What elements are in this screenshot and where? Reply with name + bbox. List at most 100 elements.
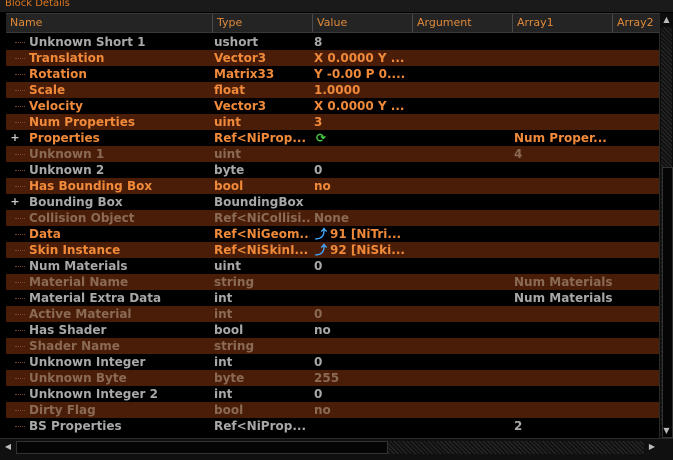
row-value[interactable]: 0 (314, 306, 414, 322)
scroll-down-arrow-icon[interactable]: ▼ (660, 424, 673, 438)
tree-connector-line (15, 282, 25, 283)
row-value-text: no (314, 179, 331, 193)
vertical-scroll-track[interactable] (661, 27, 673, 438)
row-array1 (514, 98, 614, 114)
table-row[interactable]: Skin Instance Ref<NiSkinI... ⤴ 92 [NiSki... (6, 242, 659, 258)
row-array1: Num Proper... (514, 131, 607, 145)
link-icon[interactable]: ⤴ (314, 242, 328, 258)
row-array1 (514, 66, 614, 82)
row-value[interactable]: ⟳ (314, 130, 414, 146)
table-row[interactable]: Material Extra Data int Num Materials (6, 290, 659, 306)
table-row[interactable]: Has Bounding Box bool no (6, 178, 659, 194)
row-value[interactable]: X 0.0000 Y ... (314, 98, 414, 114)
row-array1 (514, 306, 614, 322)
table-row[interactable]: Has Shader bool no (6, 322, 659, 338)
row-array1 (514, 114, 614, 130)
row-value[interactable]: no (314, 402, 414, 418)
row-value[interactable]: X 0.0000 Y ... (314, 50, 414, 66)
row-value[interactable]: 0 (314, 354, 414, 370)
row-name: Material Name (29, 275, 129, 289)
expand-plus-icon[interactable]: + (9, 194, 21, 210)
table-row[interactable]: Translation Vector3 X 0.0000 Y ... (6, 50, 659, 66)
row-value-text: 1.0000 (314, 83, 361, 97)
table-row[interactable]: Collision Object Ref<NiCollisi... None (6, 210, 659, 226)
row-value[interactable]: None (314, 210, 414, 226)
table-row[interactable]: Rotation Matrix33 Y -0.00 P 0.... (6, 66, 659, 82)
expand-plus-icon[interactable]: + (9, 130, 21, 146)
row-type: Ref<NiCollisi... (214, 211, 310, 225)
table-row[interactable]: Velocity Vector3 X 0.0000 Y ... (6, 98, 659, 114)
row-type: bool (214, 323, 244, 337)
row-value[interactable]: 3 (314, 114, 414, 130)
row-name: BS Properties (29, 419, 122, 433)
row-array1 (514, 178, 614, 194)
row-name: Shader Name (29, 339, 120, 353)
scroll-right-arrow-icon[interactable]: ▶ (645, 440, 659, 454)
vertical-scrollbar[interactable]: ▲ ▼ (659, 13, 673, 438)
table-row[interactable]: Unknown Integer int 0 (6, 354, 659, 370)
table-row[interactable]: + Properties Ref<NiProp... ⟳ Num Proper... (6, 130, 659, 146)
tree-connector-line (15, 170, 25, 171)
column-header-argument[interactable]: Argument (413, 14, 513, 32)
row-type: uint (214, 115, 241, 129)
row-value-text: 92 [NiSki... (330, 243, 405, 257)
row-value[interactable]: ⤴ 92 [NiSki... (314, 242, 414, 258)
row-value[interactable] (314, 338, 414, 354)
horizontal-scrollbar[interactable]: ◀ ▶ (0, 438, 673, 460)
table-row[interactable]: Num Properties uint 3 (6, 114, 659, 130)
link-icon[interactable]: ⤴ (314, 226, 328, 242)
table-row[interactable]: Shader Name string (6, 338, 659, 354)
row-name: Bounding Box (29, 195, 123, 209)
tree-connector-line (15, 154, 25, 155)
row-array1: 4 (514, 147, 523, 161)
table-row[interactable]: BS Properties Ref<NiProp... 2 (6, 418, 659, 434)
row-value[interactable] (314, 146, 414, 162)
table-row[interactable]: + Bounding Box BoundingBox (6, 194, 659, 210)
table-row[interactable]: Unknown 2 byte 0 (6, 162, 659, 178)
row-value[interactable] (314, 290, 414, 306)
row-type: BoundingBox (214, 195, 304, 209)
row-value[interactable] (314, 194, 414, 210)
row-name: Unknown 2 (29, 163, 105, 177)
row-name: Material Extra Data (29, 291, 162, 305)
table-row[interactable]: Unknown Integer 2 int 0 (6, 386, 659, 402)
table-row[interactable]: Unknown Byte byte 255 (6, 370, 659, 386)
table-row[interactable]: Dirty Flag bool no (6, 402, 659, 418)
row-value[interactable] (314, 418, 414, 434)
row-type: bool (214, 403, 244, 417)
column-header-name[interactable]: Name (6, 14, 213, 32)
table-row[interactable]: Material Name string Num Materials (6, 274, 659, 290)
column-header-array2[interactable]: Array2 (613, 14, 659, 32)
horizontal-scroll-track[interactable] (16, 441, 644, 454)
table-row[interactable]: Data Ref<NiGeom... ⤴ 91 [NiTri... (6, 226, 659, 242)
table-row[interactable]: Scale float 1.0000 (6, 82, 659, 98)
row-name: Collision Object (29, 211, 135, 225)
vertical-scroll-thumb[interactable] (662, 167, 673, 438)
column-header-type[interactable]: Type (213, 14, 313, 32)
horizontal-scroll-thumb[interactable] (16, 441, 388, 454)
row-value[interactable]: 1.0000 (314, 82, 414, 98)
row-value[interactable]: 0 (314, 386, 414, 402)
table-row[interactable]: Num Materials uint 0 (6, 258, 659, 274)
table-row[interactable]: Unknown Short 1 ushort 8 (6, 34, 659, 50)
row-value[interactable]: 8 (314, 34, 414, 50)
row-name: Skin Instance (29, 243, 121, 257)
column-header-array1[interactable]: Array1 (513, 14, 613, 32)
row-type: int (214, 355, 233, 369)
row-value[interactable]: ⤴ 91 [NiTri... (314, 226, 414, 242)
table-row[interactable]: Unknown 1 uint 4 (6, 146, 659, 162)
row-value[interactable]: 255 (314, 370, 414, 386)
scroll-left-arrow-icon[interactable]: ◀ (1, 440, 15, 454)
row-value[interactable]: Y -0.00 P 0.... (314, 66, 414, 82)
column-header-value[interactable]: Value (313, 14, 413, 32)
row-value[interactable]: 0 (314, 162, 414, 178)
row-array1 (514, 338, 614, 354)
row-value[interactable] (314, 274, 414, 290)
refresh-icon[interactable]: ⟳ (314, 130, 328, 146)
row-value[interactable]: no (314, 178, 414, 194)
scroll-up-arrow-icon[interactable]: ▲ (660, 13, 673, 27)
table-row[interactable]: Active Material int 0 (6, 306, 659, 322)
row-value[interactable]: no (314, 322, 414, 338)
row-type: Ref<NiProp... (214, 131, 307, 145)
row-value[interactable]: 0 (314, 258, 414, 274)
